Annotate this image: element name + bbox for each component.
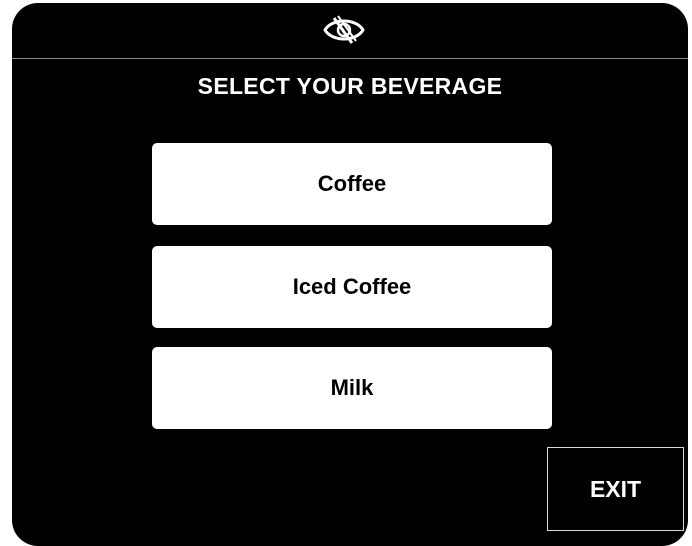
exit-button-label: EXIT bbox=[589, 475, 642, 502]
header-divider bbox=[12, 58, 688, 59]
beverage-option-coffee[interactable]: Coffee bbox=[152, 143, 552, 225]
exit-button[interactable]: EXIT bbox=[547, 447, 684, 531]
beverage-option-iced-coffee[interactable]: Iced Coffee bbox=[152, 246, 552, 328]
page-title: SELECT YOUR BEVERAGE bbox=[197, 73, 503, 99]
kiosk-screen: SELECT YOUR BEVERAGE Coffee Iced Coffee … bbox=[12, 3, 688, 546]
beverage-option-label: Milk bbox=[330, 375, 374, 400]
beverage-option-milk[interactable]: Milk bbox=[152, 347, 552, 429]
beverage-option-label: Iced Coffee bbox=[292, 274, 412, 299]
header-bar bbox=[12, 3, 688, 58]
beverage-option-label: Coffee bbox=[317, 171, 387, 196]
eye-slash-icon bbox=[323, 15, 365, 44]
